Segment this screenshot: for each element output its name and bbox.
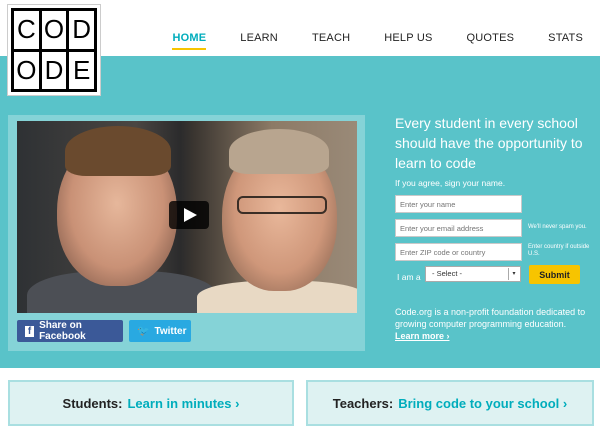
teachers-label: Teachers: [332,395,394,411]
email-input[interactable] [395,219,522,237]
facebook-icon: f [25,325,35,337]
share-twitter-label: Twitter [154,325,187,337]
chevron-down-icon: ▾ [508,268,519,280]
main-nav: HOME LEARN TEACH HELP US QUOTES STATS [155,32,600,50]
share-facebook-label: Share on Facebook [39,320,86,342]
iam-label: I am a [397,272,421,282]
header: C O D O D E HOME LEARN TEACH HELP US QUO… [0,0,600,95]
about-text: Code.org is a non-profit foundation dedi… [395,306,595,342]
about-description: Code.org is a non-profit foundation dedi… [395,307,586,329]
share-twitter-button[interactable]: 🐦 Twitter [129,320,191,342]
logo-letter: O [14,51,39,89]
learn-more-link[interactable]: Learn more › [395,331,450,341]
nav-home[interactable]: HOME [172,32,207,50]
teachers-link[interactable]: Bring code to your school › [398,396,567,411]
code-logo[interactable]: C O D O D E [8,5,100,95]
submit-button[interactable]: Submit [529,265,580,284]
hero-headline: Every student in every school should hav… [395,115,583,171]
nav-teach[interactable]: TEACH [312,32,350,50]
video-frame-shape [229,129,329,174]
logo-letter: C [14,11,39,49]
country-note: Enter country if outside U.S. [528,244,590,257]
nav-stats[interactable]: STATS [548,32,583,50]
twitter-bird-icon: 🐦 [137,325,150,337]
video-frame-shape [65,126,171,176]
logo-letter: O [41,11,67,49]
video-frame-shape [237,196,327,214]
students-link[interactable]: Learn in minutes › [127,396,239,411]
logo-letter: D [69,11,94,49]
students-card[interactable]: Students: Learn in minutes › [8,380,294,426]
nav-help-us[interactable]: HELP US [384,32,432,50]
role-select-value: - Select - [432,269,463,278]
video-player[interactable] [17,121,357,313]
play-icon[interactable] [169,201,209,229]
name-input[interactable] [395,195,522,213]
nav-learn[interactable]: LEARN [240,32,278,50]
role-select[interactable]: - Select - ▾ [425,266,521,282]
spam-note: We'll never spam you. [528,224,587,230]
zip-input[interactable] [395,243,522,261]
logo-letter: E [69,51,94,89]
students-label: Students: [62,395,123,411]
logo-letter: D [41,51,67,89]
sign-prompt: If you agree, sign your name. [395,178,506,188]
share-facebook-button[interactable]: f Share on Facebook [17,320,123,342]
nav-quotes[interactable]: QUOTES [467,32,515,50]
teachers-card[interactable]: Teachers: Bring code to your school › [306,380,594,426]
